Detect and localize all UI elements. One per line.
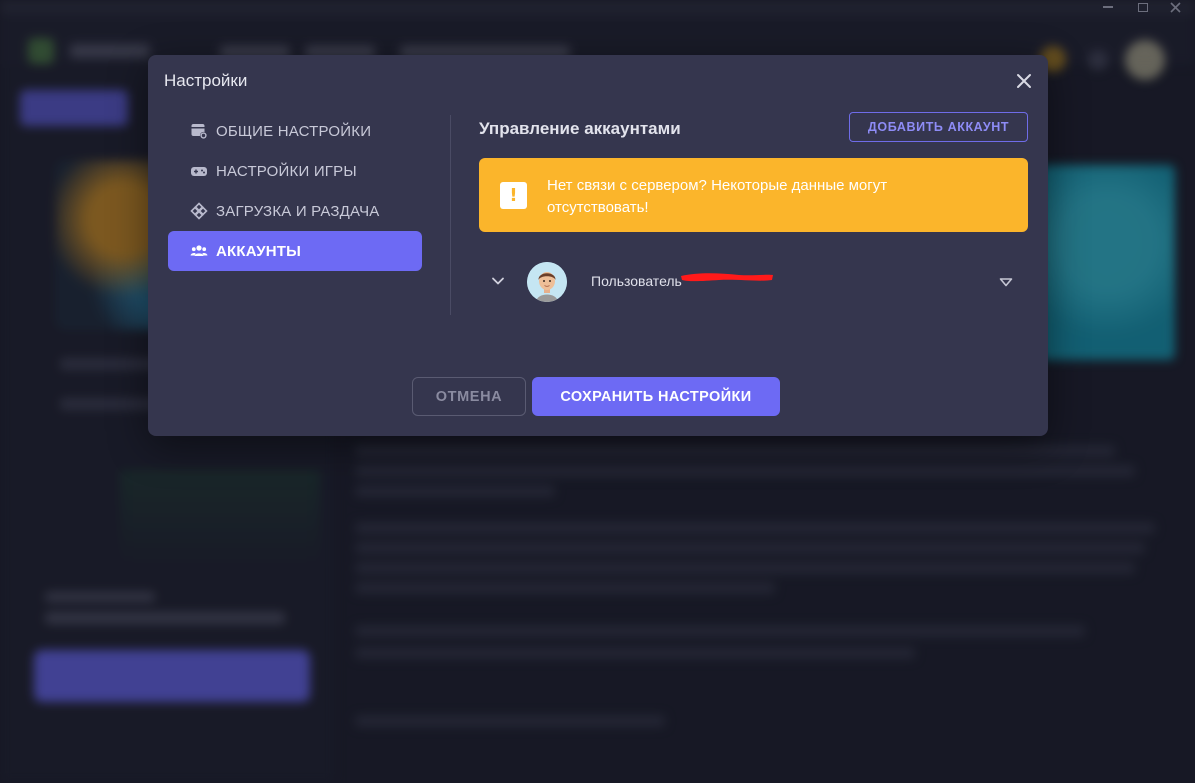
account-avatar xyxy=(527,262,567,302)
settings-modal: Настройки ОБЩИЕ НАСТРОЙКИ НАСТРОЙКИ ИГРЫ… xyxy=(148,55,1048,436)
nav-item-accounts[interactable]: АККАУНТЫ xyxy=(168,231,422,271)
modal-title: Настройки xyxy=(164,71,248,90)
nav-item-download[interactable]: ЗАГРУЗКА И РАЗДАЧА xyxy=(168,191,422,231)
settings-nav: ОБЩИЕ НАСТРОЙКИ НАСТРОЙКИ ИГРЫ ЗАГРУЗКА … xyxy=(168,111,422,271)
cancel-button[interactable]: ОТМЕНА xyxy=(412,377,526,416)
account-row: Пользователь xyxy=(479,258,1028,306)
close-icon xyxy=(1017,74,1031,88)
section-title: Управление аккаунтами xyxy=(479,119,681,138)
nav-item-label: ОБЩИЕ НАСТРОЙКИ xyxy=(216,122,372,140)
gamepad-icon xyxy=(189,161,209,181)
account-name: Пользователь xyxy=(591,273,682,289)
alert-message: Нет связи с сервером? Некоторые данные м… xyxy=(547,177,888,216)
save-settings-button[interactable]: СОХРАНИТЬ НАСТРОЙКИ xyxy=(532,377,780,416)
nav-item-game[interactable]: НАСТРОЙКИ ИГРЫ xyxy=(168,151,422,191)
nav-item-label: АККАУНТЫ xyxy=(216,242,302,260)
warning-icon: ! xyxy=(500,182,527,209)
users-icon xyxy=(189,241,209,261)
vertical-divider xyxy=(450,115,451,315)
triangle-down-icon xyxy=(999,278,1013,287)
expand-chevron-button[interactable] xyxy=(489,272,507,290)
nav-item-label: ЗАГРУЗКА И РАЗДАЧА xyxy=(216,202,380,220)
chevron-down-icon xyxy=(492,277,504,285)
modal-close-button[interactable] xyxy=(1010,67,1038,95)
add-account-button[interactable]: ДОБАВИТЬ АККАУНТ xyxy=(849,112,1028,142)
general-settings-icon xyxy=(189,121,209,141)
nav-item-general[interactable]: ОБЩИЕ НАСТРОЙКИ xyxy=(168,111,422,151)
download-share-icon xyxy=(189,201,209,221)
nav-item-label: НАСТРОЙКИ ИГРЫ xyxy=(216,162,357,180)
account-menu-button[interactable] xyxy=(997,274,1015,290)
server-warning-alert: ! Нет связи с сервером? Некоторые данные… xyxy=(479,158,1028,232)
redaction-mark xyxy=(681,273,773,282)
